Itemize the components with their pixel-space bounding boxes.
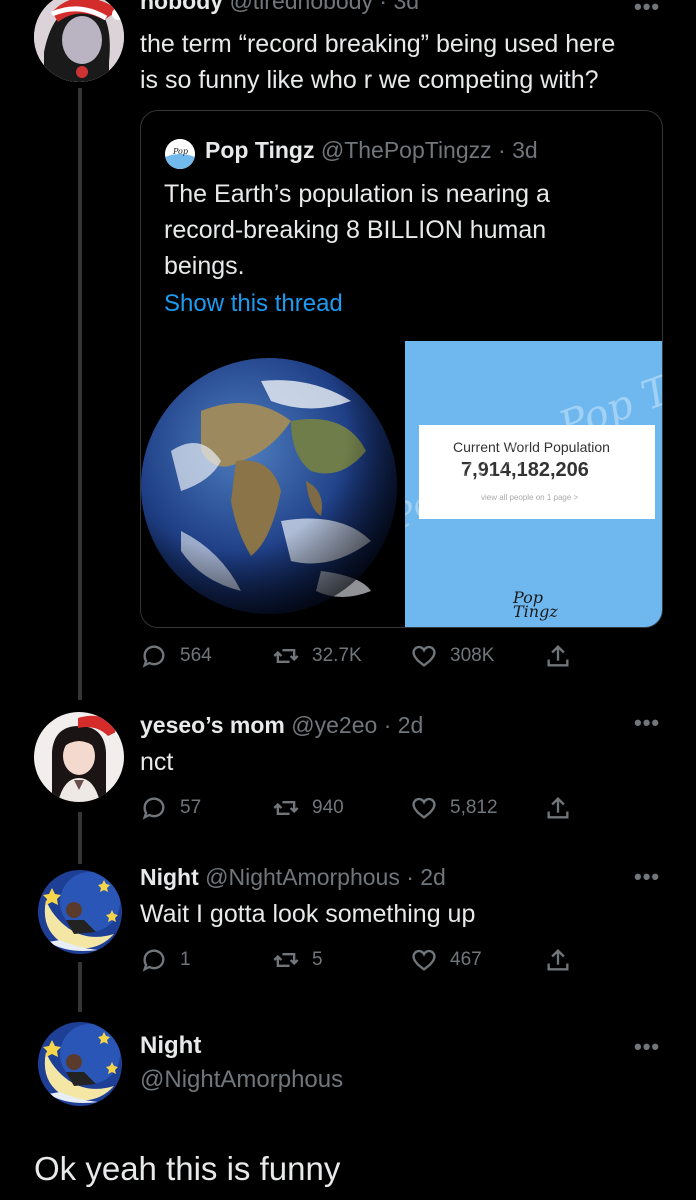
share-button[interactable] (544, 642, 572, 670)
quote-text: The Earth’s population is nearing a reco… (164, 176, 550, 284)
retweet-icon (273, 953, 299, 967)
share-button[interactable] (544, 794, 572, 822)
tweet-actions: 1 5 467 (140, 946, 580, 976)
avatar-nobody[interactable] (34, 0, 124, 82)
svg-text:Pop: Pop (172, 147, 188, 156)
share-icon (547, 645, 569, 667)
tweet-text-line: is so funny like who r we competing with… (140, 66, 599, 94)
more-icon[interactable]: ••• (634, 866, 660, 888)
more-icon[interactable]: ••• (634, 712, 660, 734)
thread-line-1 (78, 88, 82, 700)
population-sub: view all people on 1 page > (481, 493, 579, 502)
avatar-image (34, 0, 124, 82)
avatar-image (38, 1022, 122, 1106)
share-icon (547, 949, 569, 971)
poptingz-logo-icon: Pop (165, 139, 195, 169)
quote-time[interactable]: · 3d (498, 137, 538, 163)
card-logo: Pop Tingz (513, 588, 558, 621)
tweet-text-line: Wait I gotta look something up (140, 900, 476, 928)
retweet-icon (273, 649, 299, 663)
thread-line-2 (78, 812, 82, 864)
share-button[interactable] (544, 946, 572, 974)
tweet-text: the term “record breaking” being used he… (140, 26, 615, 98)
like-icon (412, 949, 436, 971)
author-handle[interactable]: @NightAmorphous (140, 1066, 343, 1094)
tweet-time[interactable]: · 3d (379, 0, 419, 14)
author-handle[interactable]: @ye2eo (291, 712, 377, 738)
earth-globe (141, 358, 397, 614)
more-icon[interactable]: ••• (634, 0, 660, 18)
population-card-image[interactable]: Pop Tingz Current World Population 7,914… (405, 341, 662, 627)
author-name[interactable]: yeseo’s mom (140, 712, 285, 738)
avatar-night[interactable] (38, 870, 122, 954)
author-name[interactable]: Night (140, 864, 199, 890)
tweet-text-line: the term “record breaking” being used he… (140, 30, 616, 58)
reply-icon (142, 645, 165, 668)
tweet-actions: 57 940 5,812 (140, 794, 580, 824)
retweet-count: 32.7K (312, 645, 362, 666)
avatar-night-main[interactable] (38, 1022, 122, 1106)
reply-button[interactable]: 1 (140, 946, 191, 974)
retweet-count: 5 (312, 949, 323, 970)
quote-text-line: record-breaking 8 BILLION human (164, 216, 547, 244)
tweet-time[interactable]: · 2d (384, 712, 424, 738)
retweet-button[interactable]: 32.7K (272, 642, 362, 670)
author-name[interactable]: nobody (140, 0, 223, 14)
tweet-actions: 564 32.7K 308K (140, 642, 580, 672)
tweet-header: yeseo’s mom @ye2eo · 2d (140, 712, 423, 739)
like-button[interactable]: 467 (410, 946, 482, 974)
like-button[interactable]: 5,812 (410, 794, 498, 822)
quote-text-line: beings. (164, 252, 245, 280)
thread-line-3 (78, 962, 82, 1012)
retweet-button[interactable]: 5 (272, 946, 323, 974)
like-icon (412, 645, 436, 667)
retweet-button[interactable]: 940 (272, 794, 344, 822)
tweet-text-line: nct (140, 748, 174, 776)
avatar-poptingz[interactable]: Pop (165, 139, 195, 169)
tweet-header: Night @NightAmorphous · 2d (140, 864, 446, 891)
quote-header: Pop Tingz @ThePopTingzz · 3d (205, 137, 538, 164)
quote-author-name[interactable]: Pop Tingz (205, 137, 314, 163)
retweet-count: 940 (312, 797, 344, 818)
reply-icon (142, 797, 165, 820)
reply-count: 57 (180, 797, 202, 818)
author-handle[interactable]: @tirednobody (229, 0, 373, 14)
quote-tweet[interactable]: Pop Pop Tingz @ThePopTingzz · 3d The Ear… (140, 110, 663, 628)
tweet-text: Wait I gotta look something up (140, 896, 475, 932)
reply-count: 1 (180, 949, 191, 970)
main-tweet-text: Ok yeah this is funny (34, 1150, 341, 1187)
avatar-yeseos-mom[interactable] (34, 712, 124, 802)
reply-icon (142, 949, 165, 972)
avatar-image (38, 870, 122, 954)
like-count: 467 (450, 949, 482, 970)
author-handle[interactable]: @NightAmorphous (205, 864, 400, 890)
tweet-header: nobody @tirednobody · 3d (140, 0, 419, 15)
tweet-text: nct (140, 744, 173, 780)
reply-button[interactable]: 57 (140, 794, 201, 822)
like-count: 308K (450, 645, 495, 666)
show-thread-link[interactable]: Show this thread (164, 290, 343, 318)
reply-count: 564 (180, 645, 212, 666)
share-icon (547, 797, 569, 819)
like-button[interactable]: 308K (410, 642, 494, 670)
more-icon[interactable]: ••• (634, 1036, 660, 1058)
quote-text-line: The Earth’s population is nearing a (164, 180, 550, 208)
like-icon (412, 797, 436, 819)
avatar-image (34, 712, 124, 802)
quote-author-handle[interactable]: @ThePopTingzz (321, 137, 492, 163)
reply-button[interactable]: 564 (140, 642, 212, 670)
like-count: 5,812 (450, 797, 498, 818)
tweet-time[interactable]: · 2d (406, 864, 446, 890)
earth-image[interactable] (141, 341, 403, 627)
retweet-icon (273, 801, 299, 815)
author-name[interactable]: Night (140, 1032, 201, 1060)
